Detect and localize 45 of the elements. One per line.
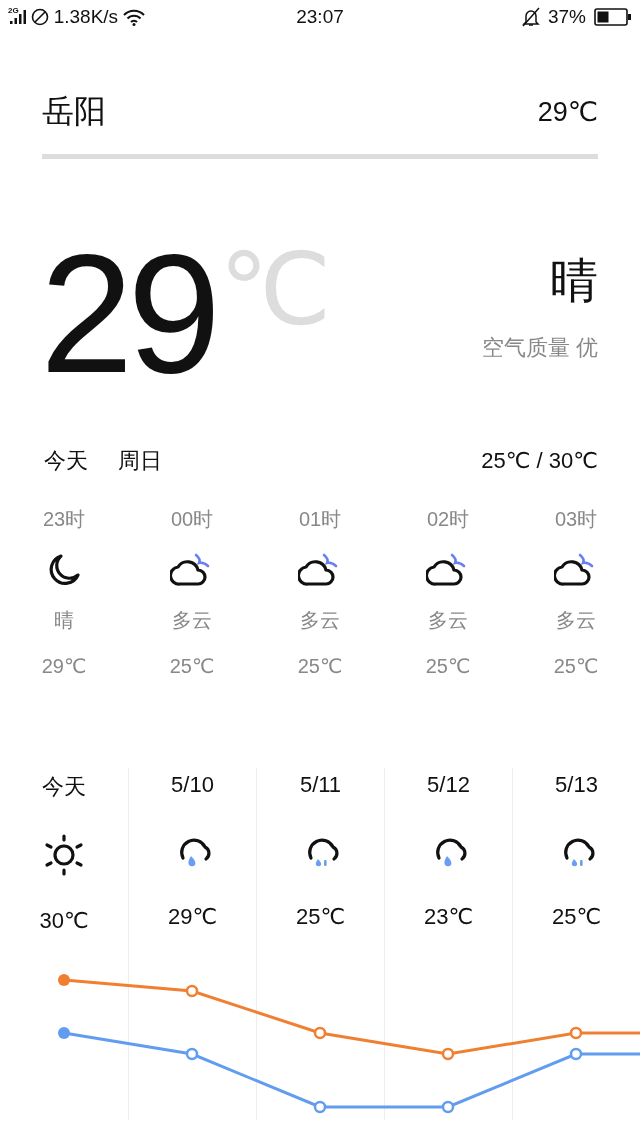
date-label: 5/10 <box>171 772 214 798</box>
wifi-icon <box>123 8 146 26</box>
day-temperature: 30℃ <box>39 908 89 934</box>
city-temperature: 29℃ <box>537 96 598 128</box>
temperature-unit: ℃ <box>218 239 332 339</box>
network-type: 2G <box>8 5 19 15</box>
battery-percent: 37% <box>547 6 586 28</box>
hour-label: 03时 <box>554 507 598 532</box>
temperature-range: 25℃ / 30℃ <box>481 448 598 474</box>
date-label: 5/13 <box>555 772 598 798</box>
hour-temperature: 25℃ <box>297 654 343 678</box>
signal-icon <box>9 10 26 24</box>
muted-bell-icon <box>521 7 540 27</box>
air-quality: 空气质量 优 <box>481 334 598 362</box>
blocked-icon <box>30 8 49 26</box>
hour-condition: 多云 <box>428 608 468 633</box>
date-label: 5/12 <box>427 772 470 798</box>
date-label: 5/11 <box>299 772 342 798</box>
hour-temperature: 25℃ <box>553 654 599 678</box>
day-label: 今天 <box>44 447 88 475</box>
current-temperature: 29 <box>40 239 215 389</box>
weekday-label: 周日 <box>118 447 162 475</box>
hour-condition: 多云 <box>172 608 212 633</box>
hour-condition: 多云 <box>300 608 340 633</box>
day-temperature: 29℃ <box>167 904 218 930</box>
hour-condition: 晴 <box>54 608 74 633</box>
city-name[interactable]: 岳阳 <box>42 90 106 134</box>
hour-temperature: 25℃ <box>169 654 215 678</box>
network-speed: 1.38K/s <box>53 6 119 28</box>
hour-label: 01时 <box>298 507 342 532</box>
sun-icon <box>43 834 85 876</box>
day-temperature: 23℃ <box>423 904 474 930</box>
moon-icon <box>47 553 81 587</box>
hour-label: 00时 <box>170 507 214 532</box>
date-label: 今天 <box>42 773 86 801</box>
weather-condition: 晴 <box>550 253 598 309</box>
battery-icon <box>594 8 632 26</box>
hour-label: 23时 <box>42 507 86 532</box>
hour-temperature: 29℃ <box>41 654 87 678</box>
day-temperature: 25℃ <box>295 904 346 930</box>
hour-label: 02时 <box>426 507 470 532</box>
hour-condition: 多云 <box>556 608 596 633</box>
hour-temperature: 25℃ <box>425 654 471 678</box>
clock: 23:07 <box>296 6 344 28</box>
day-temperature: 25℃ <box>551 904 602 930</box>
